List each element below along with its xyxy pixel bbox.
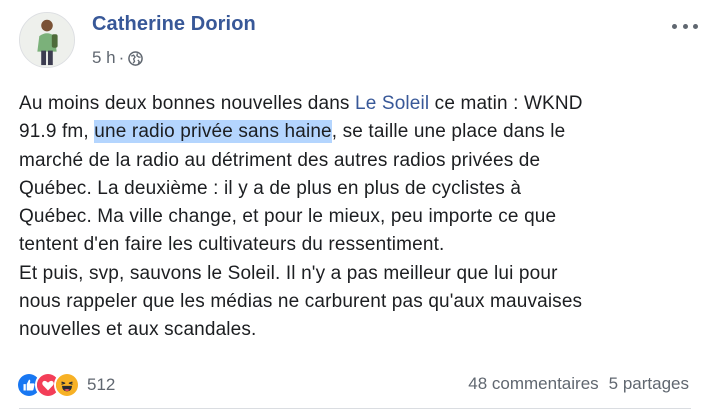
text-line: nous rappeler que les médias ne carburen… xyxy=(19,291,583,313)
le-soleil-link[interactable]: Le Soleil xyxy=(355,93,429,114)
post-stats: 48 commentaires 5 partages xyxy=(468,374,689,394)
comments-count[interactable]: 48 commentaires xyxy=(468,374,598,394)
post-time[interactable]: 5 h xyxy=(92,48,116,68)
text-line: Québec. La deuxième : il y a de plus en … xyxy=(19,177,522,199)
haha-icon xyxy=(54,372,80,398)
text-line: 91.9 fm, une radio privée sans haine, se… xyxy=(19,118,699,146)
profile-photo-icon xyxy=(20,13,74,67)
globe-icon[interactable] xyxy=(128,50,144,66)
text-line: Et puis, svp, sauvons le Soleil. Il n'y … xyxy=(19,262,558,284)
divider xyxy=(19,408,691,409)
post-meta: 5 h · xyxy=(92,48,144,68)
meta-separator: · xyxy=(118,48,125,67)
shares-count[interactable]: 5 partages xyxy=(609,374,689,394)
text-segment: , se taille une place dans le xyxy=(331,121,566,143)
text-segment: Au moins deux bonnes nouvelles dans xyxy=(19,93,356,114)
reactions-summary[interactable]: 512 xyxy=(16,372,115,398)
post-text: Au moins deux bonnes nouvelles dans Le S… xyxy=(19,90,699,345)
text-line: tentent d'en faire les cultivateurs du r… xyxy=(19,234,445,256)
text-segment: ce matin : WKND xyxy=(429,93,583,114)
more-options-icon[interactable] xyxy=(672,16,698,36)
facebook-post: Catherine Dorion 5 h · Au moins deux bon… xyxy=(0,0,710,418)
highlighted-text[interactable]: une radio privée sans haine xyxy=(94,120,332,144)
text-segment: 91.9 fm, xyxy=(19,121,95,143)
text-line: Québec. Ma ville change, et pour le mieu… xyxy=(19,206,557,228)
text-line: marché de la radio au détriment des autr… xyxy=(19,149,541,171)
text-line: nouvelles et aux scandales. xyxy=(19,319,257,341)
avatar[interactable] xyxy=(19,12,75,68)
reaction-count: 512 xyxy=(87,375,116,394)
author-name[interactable]: Catherine Dorion xyxy=(92,13,256,36)
text-line: Au moins deux bonnes nouvelles dans Le S… xyxy=(19,90,699,118)
